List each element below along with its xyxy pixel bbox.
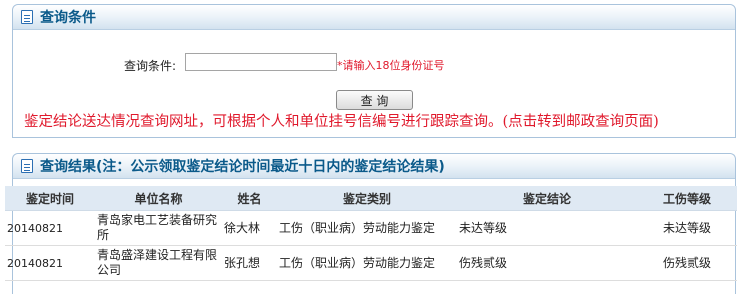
cell-name: 张孔想 (222, 245, 277, 281)
scroll-gutter (740, 0, 753, 282)
results-table: 鉴定时间 单位名称 姓名 鉴定类别 鉴定结论 工伤等级 20140821 青岛家… (5, 186, 737, 281)
cell-company: 青岛家电工艺装备研究所 (95, 210, 222, 246)
column-header-date: 鉴定时间 (5, 186, 95, 211)
column-header-grade: 工伤等级 (637, 186, 737, 211)
query-panel-header: 查询条件 (13, 5, 735, 30)
cell-date: 20140821 (5, 210, 95, 246)
table-row: 20140821 青岛盛泽建设工程有限公司 张孔想 工伤（职业病）劳动能力鉴定 … (5, 245, 737, 281)
id-number-input[interactable] (185, 53, 337, 71)
cell-date: 20140821 (5, 245, 95, 281)
document-icon (21, 10, 33, 24)
cell-conclusion: 未达等级 (457, 210, 637, 246)
query-panel-title: 查询条件 (40, 10, 96, 26)
cell-grade: 伤残贰级 (637, 245, 737, 281)
results-panel-title: 查询结果(注：公示领取鉴定结论时间最近十日内的鉴定结论结果) (40, 159, 445, 175)
query-label: 查询条件: (124, 59, 177, 73)
cell-category: 工伤（职业病）劳动能力鉴定 (277, 245, 457, 281)
table-header-row: 鉴定时间 单位名称 姓名 鉴定类别 鉴定结论 工伤等级 (5, 186, 737, 211)
column-header-conclusion: 鉴定结论 (457, 186, 637, 211)
cell-grade: 未达等级 (637, 210, 737, 246)
query-button[interactable]: 查 询 (336, 90, 413, 110)
document-icon (21, 159, 33, 173)
query-panel: 查询条件 查询条件: *请输入18位身份证号 查 询 鉴定结论送达情况查询网址，… (12, 4, 736, 138)
postal-tracking-link[interactable]: 鉴定结论送达情况查询网址，可根据个人和单位挂号信编号进行跟踪查询。(点击转到邮政… (24, 110, 659, 131)
table-row: 20140821 青岛家电工艺装备研究所 徐大林 工伤（职业病）劳动能力鉴定 未… (5, 210, 737, 246)
cell-name: 徐大林 (222, 210, 277, 246)
column-header-category: 鉴定类别 (277, 186, 457, 211)
cell-company: 青岛盛泽建设工程有限公司 (95, 245, 222, 281)
results-panel-header: 查询结果(注：公示领取鉴定结论时间最近十日内的鉴定结论结果) (13, 154, 735, 179)
column-header-company: 单位名称 (95, 186, 222, 211)
cell-category: 工伤（职业病）劳动能力鉴定 (277, 210, 457, 246)
column-header-name: 姓名 (222, 186, 277, 211)
id-hint: *请输入18位身份证号 (337, 59, 445, 72)
cell-conclusion: 伤残贰级 (457, 245, 637, 281)
